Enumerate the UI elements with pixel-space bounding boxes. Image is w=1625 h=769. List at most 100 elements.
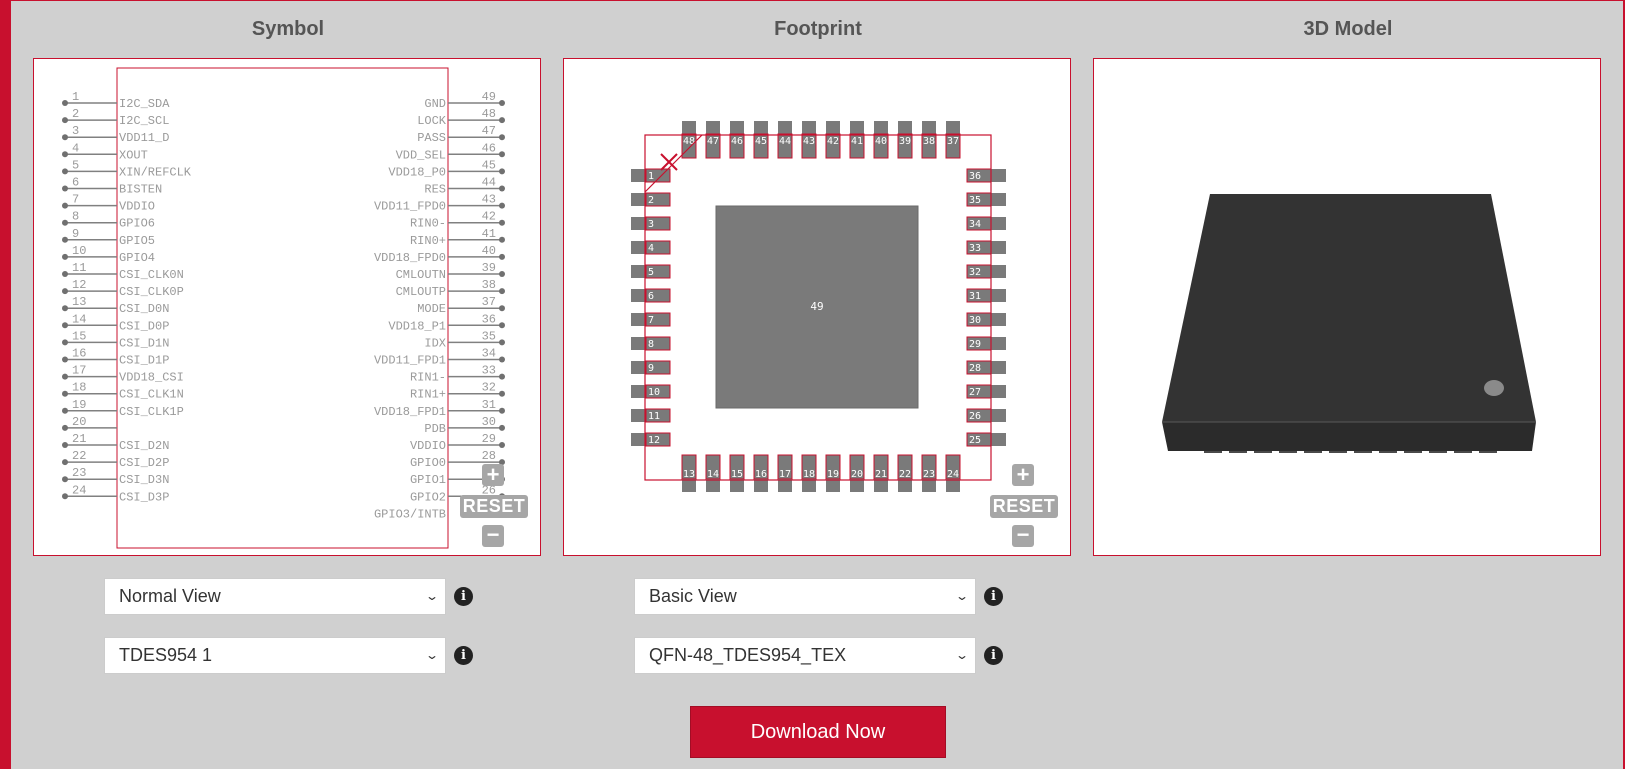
pin-number: 22	[72, 449, 86, 463]
pin-dot	[62, 390, 68, 397]
top-pad-lead	[778, 121, 792, 134]
pin-dot	[499, 288, 505, 295]
pad-number: 39	[899, 136, 911, 147]
footprint-zoom-out-button[interactable]: −	[1012, 524, 1034, 547]
pin-dot	[499, 322, 505, 329]
symbol-heading: Symbol	[251, 18, 325, 40]
pin-dot	[62, 407, 68, 414]
bottom-pad-lead	[706, 479, 720, 492]
pin-dot	[62, 373, 68, 380]
pin-name: GPIO0	[410, 456, 446, 470]
pin-dot	[499, 356, 505, 363]
pad-number: 14	[707, 469, 719, 480]
pad-number: 3	[648, 219, 654, 230]
pin-number: 9	[72, 227, 79, 241]
pin-name: CSI_CLK1N	[119, 388, 184, 402]
pad-number: 1	[648, 171, 654, 182]
pin-number: 42	[482, 210, 496, 224]
footprint-zoom-in-button[interactable]: +	[1012, 464, 1034, 486]
footprint-view-select[interactable]: Basic View ⌄	[634, 578, 976, 615]
pin-name: CSI_CLK0N	[119, 268, 184, 282]
pin-name: PDB	[424, 422, 446, 436]
pin-name: GPIO1	[410, 473, 446, 487]
info-icon[interactable]: i	[454, 646, 473, 665]
pad-number: 11	[648, 411, 660, 422]
info-icon[interactable]: i	[984, 587, 1003, 606]
bottom-pad-lead	[802, 479, 816, 492]
pin-dot	[499, 253, 505, 260]
info-icon[interactable]: i	[454, 587, 473, 606]
pin1-chamfer	[644, 134, 703, 193]
pad-number: 32	[969, 267, 981, 278]
bottom-pad-lead	[850, 479, 864, 492]
pin-number: 48	[482, 107, 496, 121]
left-pad-lead	[631, 289, 646, 302]
pin-number: 18	[72, 381, 86, 395]
footprint-viewer[interactable]: 48 47 46 45 44 43 42 41 40 39 38 37 13 14 15 16 17 18 19 20…	[563, 58, 1071, 556]
pin-number: 19	[72, 398, 86, 412]
pin-number: 38	[482, 278, 496, 292]
pin-name: PASS	[417, 131, 446, 145]
pin-dot	[499, 305, 505, 312]
pin-number: 40	[482, 244, 496, 258]
pin-dot	[62, 185, 68, 192]
pin-dot	[499, 202, 505, 209]
right-pad-lead	[991, 169, 1006, 182]
pin-name: GPIO3/INTB	[374, 507, 446, 521]
pad-number: 30	[969, 315, 981, 326]
left-pad-lead	[631, 409, 646, 422]
pin-number: 47	[482, 124, 496, 138]
package-front-face	[1162, 422, 1536, 451]
pin-name: XOUT	[119, 148, 148, 162]
pad-number: 26	[969, 411, 981, 422]
pin-number: 37	[482, 295, 496, 309]
symbol-view-select[interactable]: Normal View ⌄	[104, 578, 446, 615]
pin-number: 31	[482, 398, 496, 412]
left-pad-lead	[631, 361, 646, 374]
pin-name: CMLOUTP	[396, 285, 446, 299]
symbol-viewer[interactable]: 1 I2C_SDA 2 I2C_SCL 3 VDD11_D 4 XOUT 5 XIN/REFCLK…	[33, 58, 541, 556]
pad-number: 31	[969, 291, 981, 302]
pin-number: 28	[482, 449, 496, 463]
pin-dot	[62, 356, 68, 363]
pin-dot	[62, 236, 68, 243]
left-pad-lead	[631, 313, 646, 326]
pin-name: CSI_CLK0P	[119, 285, 184, 299]
pin-name: CSI_D2N	[119, 439, 169, 453]
pin-dot	[62, 493, 68, 500]
pad-number: 22	[899, 469, 911, 480]
symbol-zoom-controls: + RESET −	[460, 464, 528, 547]
chevron-down-icon: ⌄	[954, 589, 970, 603]
top-pad-lead	[898, 121, 912, 134]
pin-name: CSI_D0N	[119, 302, 169, 316]
pin-dot	[62, 219, 68, 226]
pin-number: 43	[482, 193, 496, 207]
right-pad-lead	[991, 385, 1006, 398]
pin-number: 6	[72, 176, 79, 190]
footprint-reset-button[interactable]: RESET	[990, 495, 1058, 518]
left-pad-lead	[631, 241, 646, 254]
download-now-button[interactable]: Download Now	[690, 706, 946, 758]
symbol-reset-button[interactable]: RESET	[460, 495, 528, 518]
footprint-package-select[interactable]: QFN-48_TDES954_TEX ⌄	[634, 637, 976, 674]
bottom-pad-lead	[898, 479, 912, 492]
right-pad-lead	[991, 217, 1006, 230]
pin-name: VDD11_FPD1	[374, 354, 446, 368]
pin-number: 7	[72, 193, 79, 207]
symbol-zoom-in-button[interactable]: +	[482, 464, 504, 486]
symbol-part-select[interactable]: TDES954 1 ⌄	[104, 637, 446, 674]
pin-number: 12	[72, 278, 86, 292]
symbol-zoom-out-button[interactable]: −	[482, 524, 504, 547]
pad-number: 13	[683, 469, 695, 480]
pad-number: 28	[969, 363, 981, 374]
top-pad-lead	[922, 121, 936, 134]
pad-number: 2	[648, 195, 654, 206]
pad-number: 19	[827, 469, 839, 480]
pin-name: MODE	[417, 302, 446, 316]
3d-model-viewer[interactable]	[1093, 58, 1601, 556]
pin-dot	[62, 459, 68, 466]
info-icon[interactable]: i	[984, 646, 1003, 665]
pad-number: 37	[947, 136, 959, 147]
bottom-pad-lead	[754, 479, 768, 492]
pin-dot	[62, 322, 68, 329]
